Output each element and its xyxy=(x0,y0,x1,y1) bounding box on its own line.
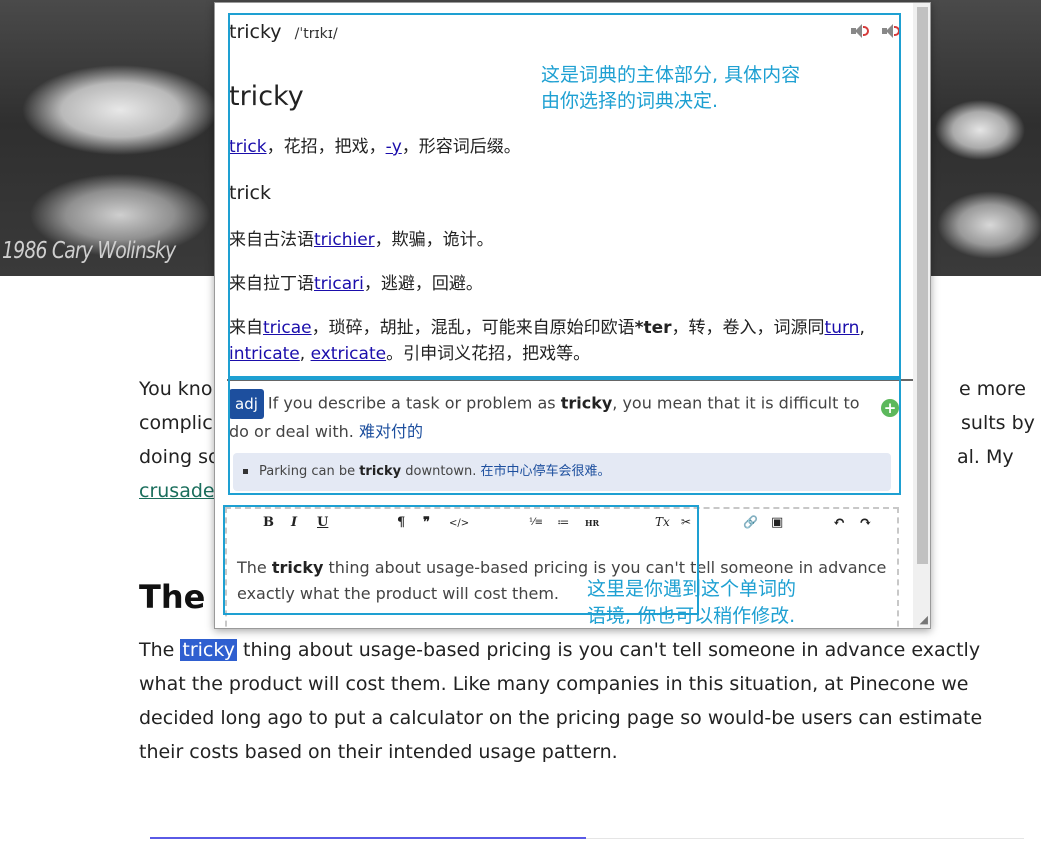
entry-title: tricky xyxy=(229,81,304,112)
resize-grip-icon[interactable]: ◢ xyxy=(916,614,928,626)
headword: tricky xyxy=(229,21,282,43)
code-button[interactable]: </> xyxy=(449,518,469,529)
dictionary-separator xyxy=(227,379,913,381)
etymology-line-1: trick，花招，把戏，-y，形容词后缀。 xyxy=(229,137,521,157)
link-tricari[interactable]: tricari xyxy=(314,274,364,294)
editor-toolbar: B I U ¶ ❞ </> ⅟≡ ≔ HR Tx ✂ 🔗 ▣ ↶ ↷ xyxy=(227,509,897,539)
annotation-text-top-1: 这是词典的主体部分, 具体内容 xyxy=(541,64,801,86)
collins-definition: adj If you describe a task or problem as … xyxy=(229,389,903,491)
pronunciation-buttons xyxy=(844,23,901,43)
annotation-text-bottom-2: 语境, 你也可以稍作修改. xyxy=(587,605,796,627)
phonetic: /ˈtrɪkɪ/ xyxy=(294,26,338,42)
link-trick[interactable]: trick xyxy=(229,137,267,157)
article-paragraph-2: The tricky thing about usage-based prici… xyxy=(139,633,1019,769)
etymology-line-2: 来自古法语trichier，欺骗，诡计。 xyxy=(229,230,494,250)
speaker-uk-icon[interactable] xyxy=(850,23,870,39)
redo-button[interactable]: ↷ xyxy=(859,513,872,531)
unlink-button[interactable]: ✂ xyxy=(681,515,691,529)
para2-line-3: decided long ago to put a calculator on … xyxy=(139,707,983,729)
quote-button[interactable]: ❞ xyxy=(423,515,430,530)
para2-line-1: The tricky thing about usage-based prici… xyxy=(139,639,981,661)
speaker-us-icon[interactable] xyxy=(881,23,901,39)
link-turn[interactable]: turn xyxy=(825,318,860,338)
undo-button[interactable]: ↶ xyxy=(833,513,846,531)
example-sentence: Parking can be tricky downtown. 在市中心停车会很… xyxy=(233,453,891,491)
bullet-list-button[interactable]: ≔ xyxy=(557,515,569,529)
para2-line-4: their costs based on their intended usag… xyxy=(139,741,618,763)
link-intricate[interactable]: intricate xyxy=(229,344,300,364)
horizontal-rule-button[interactable]: HR xyxy=(585,518,599,528)
link-tricae[interactable]: tricae xyxy=(263,318,312,338)
annotation-text-top-2: 由你选择的词典决定. xyxy=(541,90,719,112)
link-trichier[interactable]: trichier xyxy=(314,230,375,250)
para2-line-2: what the product will cost them. Like ma… xyxy=(139,673,969,695)
link-y-suffix[interactable]: -y xyxy=(386,137,402,157)
progress-track xyxy=(586,838,1024,839)
crusade-link[interactable]: crusade xyxy=(139,480,215,502)
headword-row: tricky /ˈtrɪkɪ/ xyxy=(229,21,901,47)
link-button[interactable]: 🔗 xyxy=(743,515,758,529)
image-button[interactable]: ▣ xyxy=(771,515,783,530)
add-card-icon[interactable]: + xyxy=(881,399,899,417)
bold-button[interactable]: B xyxy=(263,515,274,530)
underline-button[interactable]: U xyxy=(317,515,328,530)
etymology-line-4: 来自tricae，琐碎，胡扯，混乱，可能来自原始印欧语*ter，转，卷入，词源同… xyxy=(229,318,865,364)
scrollbar-thumb[interactable] xyxy=(917,7,928,564)
ordered-list-button[interactable]: ⅟≡ xyxy=(529,517,543,528)
annotation-text-bottom-1: 这里是你遇到这个单词的 xyxy=(587,578,797,600)
link-extricate[interactable]: extricate xyxy=(311,344,387,364)
pos-badge: adj xyxy=(229,389,264,419)
context-editor[interactable]: B I U ¶ ❞ </> ⅟≡ ≔ HR Tx ✂ 🔗 ▣ ↶ ↷ The t… xyxy=(225,507,899,628)
popup-scrollbar[interactable] xyxy=(913,3,930,628)
definition-text: adj If you describe a task or problem as … xyxy=(229,389,903,445)
etymology-line-3: 来自拉丁语tricari，逃避，回避。 xyxy=(229,274,483,294)
clear-format-button[interactable]: Tx xyxy=(655,515,670,529)
sub-headword: trick xyxy=(229,182,271,204)
italic-button[interactable]: I xyxy=(291,515,297,530)
hero-credit: 1986 Cary Wolinsky xyxy=(2,238,176,264)
selected-word-highlight[interactable]: tricky xyxy=(180,639,237,661)
paragraph-button[interactable]: ¶ xyxy=(397,515,405,530)
progress-underline xyxy=(150,837,586,839)
